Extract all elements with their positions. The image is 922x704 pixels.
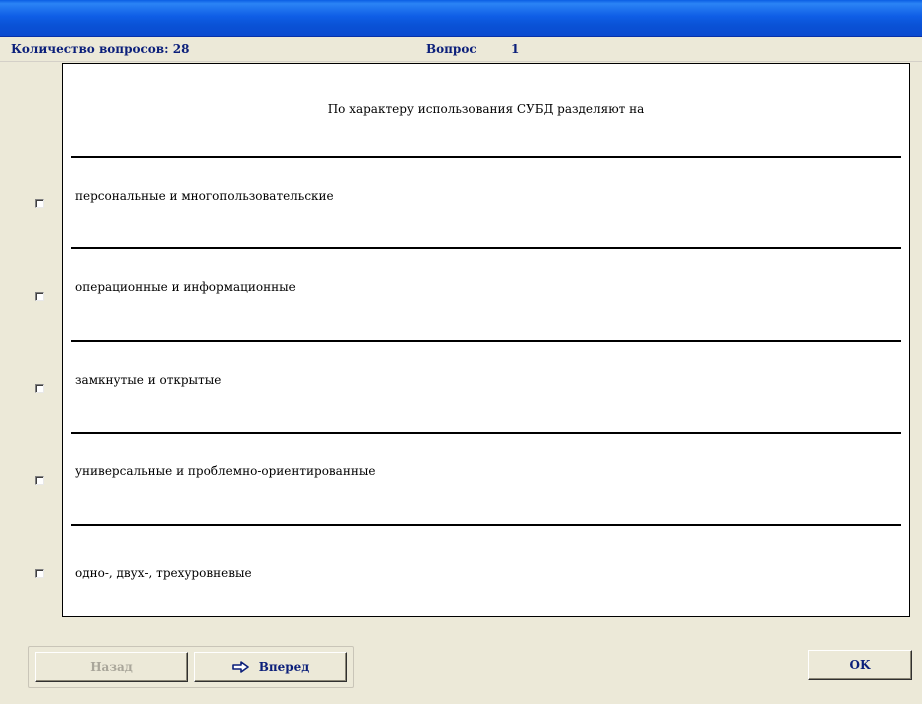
separator-line	[71, 156, 901, 158]
right-margin	[909, 62, 922, 617]
answer-text-5[interactable]: одно-, двух-, трехуровневые	[75, 566, 252, 580]
question-label: Вопрос	[426, 42, 477, 56]
answer-text-4[interactable]: универсальные и проблемно-ориентированны…	[75, 464, 375, 478]
ok-button[interactable]: OK	[808, 650, 912, 680]
answer-checkbox-2[interactable]	[35, 292, 44, 301]
question-text: По характеру использования СУБД разделяю…	[327, 102, 645, 116]
forward-button-label: Вперед	[258, 660, 310, 674]
quiz-header: Количество вопросов: 28 Вопрос 1	[0, 37, 922, 62]
answer-text-3[interactable]: замкнутые и открытые	[75, 373, 221, 387]
question-panel: По характеру использования СУБД разделяю…	[62, 63, 910, 617]
quiz-window: Количество вопросов: 28 Вопрос 1 По хара…	[0, 0, 922, 704]
answer-checkbox-4[interactable]	[35, 476, 44, 485]
back-button[interactable]: Назад	[35, 652, 188, 682]
checkbox-column	[8, 62, 62, 617]
separator-line	[71, 432, 901, 434]
answer-checkbox-3[interactable]	[35, 384, 44, 393]
separator-line	[71, 340, 901, 342]
title-bar[interactable]	[0, 0, 922, 37]
back-button-label: Назад	[90, 660, 133, 674]
answer-checkbox-5[interactable]	[35, 569, 44, 578]
arrow-right-outline-icon	[231, 661, 250, 673]
question-count-label: Количество вопросов: 28	[11, 42, 190, 56]
answer-text-2[interactable]: операционные и информационные	[75, 280, 296, 294]
forward-button[interactable]: Вперед	[194, 652, 347, 682]
answer-checkbox-1[interactable]	[35, 199, 44, 208]
answer-text-1[interactable]: персональные и многопользовательские	[75, 189, 334, 203]
separator-line	[71, 524, 901, 526]
ok-button-label: OK	[849, 658, 871, 672]
separator-line	[71, 247, 901, 249]
question-number: 1	[511, 42, 520, 56]
